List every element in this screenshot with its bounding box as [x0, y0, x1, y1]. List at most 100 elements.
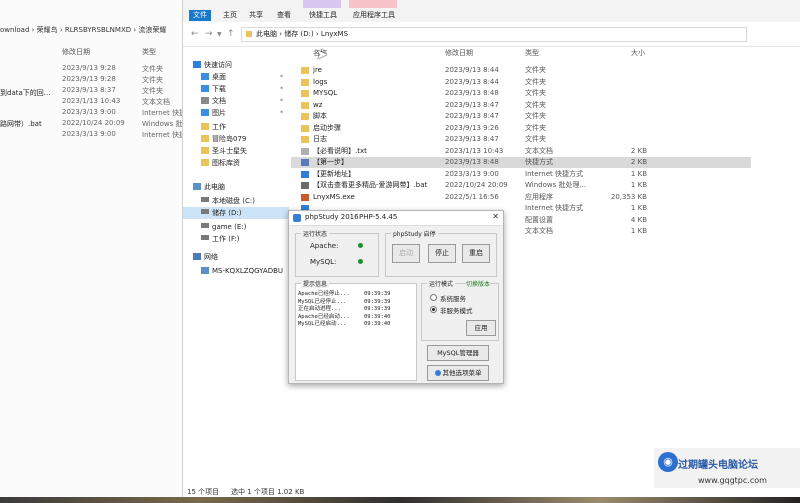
bg-file-row[interactable]: 2023/9/13 9:28 文件夹: [0, 75, 182, 85]
bg-header-type[interactable]: 类型: [142, 47, 156, 57]
header-size[interactable]: 大小: [631, 47, 645, 59]
tab-shortcut-tools[interactable]: 快捷工具: [305, 10, 341, 21]
file-row[interactable]: 启动步骤 2023/9/13 9:26 文件夹: [291, 123, 751, 134]
bg-file-row[interactable]: 2023/3/13 9:00 Internet 快捷: [0, 130, 182, 140]
restart-button[interactable]: 重启: [462, 244, 490, 263]
other-options-menu-button[interactable]: 其他选项菜单: [427, 365, 489, 381]
file-type: 文本文档: [525, 227, 553, 235]
file-name: 【必看说明】.txt: [313, 146, 367, 155]
file-name: 日志: [313, 135, 327, 143]
file-size: 2 KB: [630, 146, 647, 155]
nav-item-drive[interactable]: 工作 (F:): [183, 233, 289, 245]
context-header-app-tools: [349, 0, 397, 8]
file-row[interactable]: MYSQL 2023/9/13 8:48 文件夹: [291, 88, 751, 99]
file-name: wz: [313, 100, 323, 109]
folder-icon: [246, 31, 252, 37]
file-row[interactable]: 【更新地址】 2023/3/13 9:00 Internet 快捷方式 1 KB: [291, 169, 751, 180]
nav-item-label: 快速访问: [204, 61, 232, 69]
recent-chevron-down-icon[interactable]: ▼: [217, 31, 222, 38]
nav-item-computer[interactable]: MS-KQXLZQGYADBU: [183, 265, 289, 277]
file-type: 文件夹: [525, 112, 546, 120]
phpstudy-version: PHP-5.4.45: [359, 213, 398, 221]
nav-item-picture[interactable]: 图片 ✶: [183, 107, 289, 119]
tab-home[interactable]: 主页: [219, 10, 241, 21]
file-row[interactable]: logs 2023/9/13 8:44 文件夹: [291, 77, 751, 88]
run-mode-group: 运行模式 切换版本 系统服务 非服务模式 应用: [421, 279, 499, 341]
folder-icon: [201, 123, 209, 130]
tab-view[interactable]: 查看: [273, 10, 295, 21]
nav-item-folder[interactable]: 工作: [183, 121, 289, 133]
background-breadcrumb[interactable]: ownload › 荣耀鸟 › RLRSBYRSBLNMXD › 流浪荣耀: [0, 25, 182, 37]
mysql-manager-button[interactable]: MySQL管理器: [427, 345, 489, 361]
tab-share[interactable]: 共享: [245, 10, 267, 21]
nav-item-drive[interactable]: 储存 (D:): [183, 207, 289, 219]
watermark-title: 过期罐头电脑论坛: [678, 460, 758, 471]
bg-file-row[interactable]: 2023/9/13 9:28 文件夹: [0, 64, 182, 74]
file-row[interactable]: 【双击查看更多精品-爱游网带】.bat 2022/10/24 20:09 Windo…: [291, 180, 751, 191]
mode-radio-system-service[interactable]: [430, 294, 437, 301]
text-file-icon: [301, 147, 309, 155]
apache-label: Apache:: [310, 242, 339, 250]
file-date: 2023/9/13 8:47: [445, 100, 499, 109]
file-row[interactable]: 日志 2023/9/13 8:47 文件夹: [291, 134, 751, 145]
bg-header-date[interactable]: 修改日期: [62, 47, 90, 57]
switch-version-link[interactable]: 切换版本: [466, 279, 491, 288]
nav-item-label: 工作: [212, 123, 226, 131]
file-row[interactable]: LnyxMS.exe 2022/5/1 16:56 应用程序 20,353 KB: [291, 192, 751, 203]
batch-file-icon: [301, 182, 309, 189]
nav-item-desktop[interactable]: 桌面 ✶: [183, 71, 289, 83]
nav-item-document[interactable]: 文档 ✶: [183, 95, 289, 107]
nav-item-label: 本地磁盘 (C:): [212, 197, 255, 205]
pin-icon: ✶: [279, 97, 285, 104]
nav-item-download[interactable]: 下载 ✶: [183, 83, 289, 95]
up-arrow-icon[interactable]: ↑: [227, 29, 235, 39]
network-icon: [193, 253, 201, 260]
back-arrow-icon[interactable]: ←: [191, 29, 199, 39]
header-date[interactable]: 修改日期: [445, 47, 473, 59]
drive-icon: [201, 197, 209, 202]
folder-icon: [301, 136, 309, 143]
header-type[interactable]: 类型: [525, 47, 539, 59]
file-row[interactable]: 【必看说明】.txt 2023/1/13 10:43 文本文档 2 KB: [291, 146, 751, 157]
nav-item-label: 冒险岛079: [212, 135, 247, 143]
mysql-label: MySQL:: [310, 258, 337, 266]
mode-radio-non-service[interactable]: [430, 306, 437, 313]
file-size: 4 KB: [630, 215, 647, 224]
close-icon[interactable]: ✕: [492, 212, 499, 221]
start-button[interactable]: 启动: [392, 244, 420, 263]
tab-file[interactable]: 文件: [189, 10, 211, 21]
background-column-headers: 修改日期 类型: [0, 47, 182, 59]
nav-item-folder[interactable]: 图标库资: [183, 157, 289, 169]
address-path[interactable]: 此电脑 › 储存 (D:) › LnyxMS: [241, 27, 747, 42]
computer-icon: [193, 183, 201, 190]
bg-file-row[interactable]: 2023/1/13 10:43 文本文档: [0, 97, 182, 107]
taskbar-wallpaper-strip: [0, 497, 800, 503]
document-icon: [201, 97, 209, 104]
nav-item-drive[interactable]: game (E:): [183, 221, 289, 233]
forward-arrow-icon[interactable]: →: [205, 29, 213, 39]
file-row[interactable]: 【第一步】 2023/9/13 8:48 快捷方式 2 KB: [291, 157, 751, 168]
tab-app-tools[interactable]: 应用程序工具: [349, 10, 399, 21]
file-row[interactable]: 脚本 2023/9/13 8:47 文件夹: [291, 111, 751, 122]
file-name: LnyxMS.exe: [313, 192, 355, 201]
nav-item-computer[interactable]: 此电脑: [183, 181, 289, 193]
nav-item-drive[interactable]: 本地磁盘 (C:): [183, 195, 289, 207]
nav-item-folder[interactable]: 冒险岛079: [183, 133, 289, 145]
bg-file-row[interactable]: 2023/3/13 9:00 Internet 快捷: [0, 108, 182, 118]
bg-file-type: 文件夹: [142, 76, 163, 84]
stop-button[interactable]: 停止: [428, 244, 456, 263]
bg-file-row[interactable]: 路网带）.bat 2022/10/24 20:09 Windows 批: [0, 119, 182, 129]
mouse-cursor-icon: ➤: [316, 47, 328, 63]
folder-icon: [301, 90, 309, 97]
nav-item-folder[interactable]: 圣斗士星矢: [183, 145, 289, 157]
folder-icon: [301, 78, 309, 86]
file-name: 【双击查看更多精品-爱游网带】.bat: [313, 181, 428, 189]
phpstudy-titlebar[interactable]: phpStudy 2016 PHP-5.4.45 ✕: [289, 211, 503, 226]
nav-item-star[interactable]: 快速访问: [183, 59, 289, 71]
file-row[interactable]: wz 2023/9/13 8:47 文件夹: [291, 100, 751, 111]
file-row[interactable]: jre 2023/9/13 8:44 文件夹: [291, 65, 751, 76]
log-list[interactable]: Apache已经停止... 09:39:39 MySQL已经停止... 09:39:3…: [296, 290, 414, 370]
apply-button[interactable]: 应用: [466, 320, 496, 336]
nav-item-network[interactable]: 网络: [183, 251, 289, 263]
nav-item-label: 此电脑: [204, 183, 225, 191]
